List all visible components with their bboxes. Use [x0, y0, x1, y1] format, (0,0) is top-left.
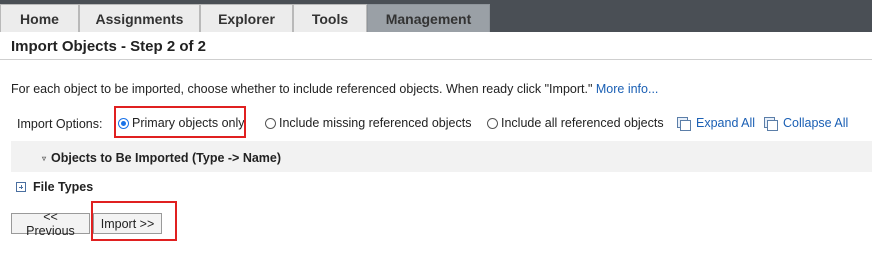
highlight-box-import-button	[91, 201, 177, 241]
collapse-triangle-icon[interactable]: ▿	[42, 154, 46, 163]
tab-tools[interactable]: Tools	[293, 4, 367, 32]
radio-include-all-referenced[interactable]: Include all referenced objects	[487, 116, 664, 130]
import-options-label: Import Options:	[17, 117, 103, 131]
collapse-all-label: Collapse All	[783, 116, 849, 130]
collapse-all-link[interactable]: Collapse All	[764, 116, 849, 131]
section-header-label: Objects to Be Imported (Type -> Name)	[51, 151, 282, 165]
file-types-label: File Types	[33, 180, 94, 194]
title-divider	[0, 59, 872, 60]
radio-unselected-icon[interactable]	[265, 117, 276, 129]
highlight-box-primary-option	[114, 106, 246, 138]
radio-include-missing-referenced[interactable]: Include missing referenced objects	[265, 116, 471, 130]
tab-assignments[interactable]: Assignments	[79, 4, 200, 32]
radio-label: Include missing referenced objects	[279, 116, 472, 130]
expand-plus-icon[interactable]	[16, 182, 26, 192]
expand-all-icon	[677, 116, 691, 131]
objects-section-header[interactable]: ▿ Objects to Be Imported (Type -> Name)	[42, 151, 281, 165]
more-info-link[interactable]: More info...	[596, 82, 659, 96]
tab-home[interactable]: Home	[0, 4, 79, 32]
page-title: Import Objects - Step 2 of 2	[11, 38, 207, 55]
expand-all-label: Expand All	[696, 116, 756, 130]
radio-unselected-icon[interactable]	[487, 117, 498, 129]
file-types-node[interactable]: File Types	[16, 180, 93, 194]
tab-explorer[interactable]: Explorer	[200, 4, 293, 32]
instructions-label: For each object to be imported, choose w…	[11, 82, 593, 96]
tab-management[interactable]: Management	[367, 4, 490, 32]
instructions-text: For each object to be imported, choose w…	[11, 82, 658, 96]
collapse-all-icon	[764, 116, 778, 131]
radio-label: Include all referenced objects	[501, 116, 664, 130]
previous-button[interactable]: << Previous	[11, 210, 90, 238]
top-navigation-bar: Home Assignments Explorer Tools Manageme…	[0, 0, 872, 32]
expand-all-link[interactable]: Expand All	[677, 116, 756, 131]
